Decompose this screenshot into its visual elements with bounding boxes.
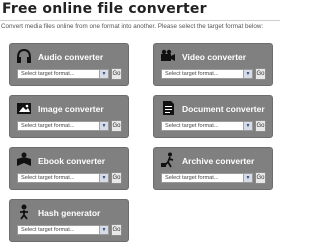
document-icon: [159, 99, 177, 117]
hash-generator-card: Hash generator Select target format... ▼…: [9, 199, 129, 242]
archive-select-text: Select target format...: [165, 175, 219, 181]
archive-converter-card: Archive converter Select target format..…: [153, 147, 273, 190]
document-target-format-select[interactable]: Select target format... ▼: [161, 121, 253, 131]
document-go-button[interactable]: Go: [255, 120, 266, 132]
photo-icon: [15, 99, 33, 117]
chevron-down-icon[interactable]: ▼: [99, 174, 108, 182]
video-select-text: Select target format...: [165, 71, 219, 77]
chevron-down-icon[interactable]: ▼: [243, 122, 252, 130]
video-go-button[interactable]: Go: [255, 68, 266, 80]
ebook-go-button[interactable]: Go: [111, 172, 122, 184]
archive-target-format-select[interactable]: Select target format... ▼: [161, 173, 253, 183]
archive-go-button[interactable]: Go: [255, 172, 266, 184]
hash-person-icon: [15, 203, 33, 221]
video-converter-label: Video converter: [182, 52, 247, 62]
page-title: Free online file converter: [2, 1, 207, 17]
chevron-down-icon[interactable]: ▼: [99, 226, 108, 234]
image-go-button[interactable]: Go: [111, 120, 122, 132]
audio-converter-label: Audio converter: [38, 52, 104, 62]
ebook-select-text: Select target format...: [21, 175, 75, 181]
archive-converter-label: Archive converter: [182, 156, 255, 166]
image-select-text: Select target format...: [21, 123, 75, 129]
audio-select-text: Select target format...: [21, 71, 75, 77]
ebook-converter-label: Ebook converter: [38, 156, 106, 166]
image-converter-card: Image converter Select target format... …: [9, 95, 129, 138]
document-select-text: Select target format...: [165, 123, 219, 129]
chevron-down-icon[interactable]: ▼: [243, 70, 252, 78]
film-camera-icon: [159, 47, 177, 65]
hash-target-format-select[interactable]: Select target format... ▼: [17, 225, 109, 235]
hash-go-button[interactable]: Go: [111, 224, 122, 236]
audio-target-format-select[interactable]: Select target format... ▼: [17, 69, 109, 79]
audio-go-button[interactable]: Go: [111, 68, 122, 80]
ebook-converter-card: Ebook converter Select target format... …: [9, 147, 129, 190]
audio-converter-card: Audio converter Select target format... …: [9, 43, 129, 86]
hash-select-text: Select target format...: [21, 227, 75, 233]
ebook-icon: [15, 151, 33, 169]
image-target-format-select[interactable]: Select target format... ▼: [17, 121, 109, 131]
chevron-down-icon[interactable]: ▼: [99, 122, 108, 130]
chevron-down-icon[interactable]: ▼: [99, 70, 108, 78]
archive-icon: [159, 151, 177, 169]
title-divider: [0, 20, 280, 21]
ebook-target-format-select[interactable]: Select target format... ▼: [17, 173, 109, 183]
chevron-down-icon[interactable]: ▼: [243, 174, 252, 182]
document-converter-card: Document converter Select target format.…: [153, 95, 273, 138]
headphones-icon: [15, 47, 33, 65]
document-converter-label: Document converter: [182, 104, 265, 114]
hash-generator-label: Hash generator: [38, 208, 101, 218]
video-converter-card: Video converter Select target format... …: [153, 43, 273, 86]
video-target-format-select[interactable]: Select target format... ▼: [161, 69, 253, 79]
image-converter-label: Image converter: [38, 104, 104, 114]
page-subtitle: Convert media files online from one form…: [1, 23, 264, 30]
